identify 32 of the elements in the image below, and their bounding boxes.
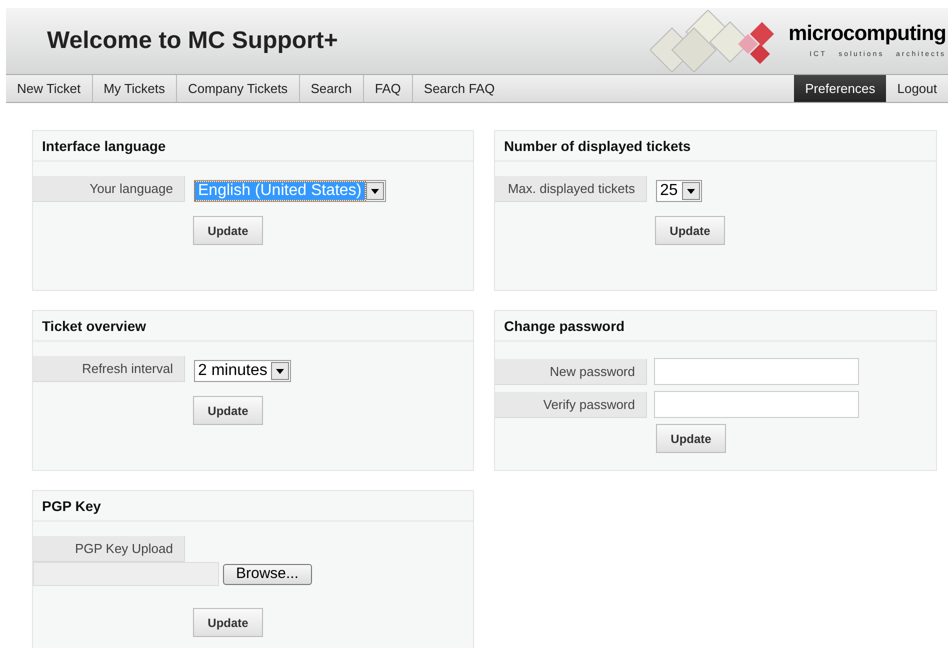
update-button[interactable]: Update	[656, 424, 726, 453]
update-button[interactable]: Update	[193, 216, 263, 245]
field-label: PGP Key Upload	[33, 536, 185, 562]
nav-tab[interactable]: Logout	[886, 75, 948, 102]
update-button[interactable]: Update	[655, 216, 725, 245]
nav-tab[interactable]: Preferences	[794, 75, 886, 102]
page-title: Welcome to MC Support+	[47, 26, 338, 56]
field-label: Verify password	[495, 392, 647, 418]
field-label: Your language	[33, 176, 185, 202]
browse-button[interactable]: Browse...	[223, 564, 312, 584]
panel-title: Ticket overview	[33, 311, 473, 342]
nav-tab[interactable]: New Ticket	[6, 75, 93, 102]
update-button[interactable]: Update	[193, 396, 263, 425]
password-field[interactable]	[654, 358, 859, 385]
nav-tab[interactable]: Search FAQ	[412, 75, 506, 102]
password-field[interactable]	[654, 391, 859, 418]
panel-title: Interface language	[33, 131, 473, 162]
field-label: New password	[495, 358, 647, 384]
update-button[interactable]: Update	[193, 608, 263, 637]
nav-tab[interactable]: Search	[300, 75, 364, 102]
dropdown[interactable]: 2 minutes	[194, 360, 292, 382]
field-label: Refresh interval	[33, 356, 185, 382]
nav-tab[interactable]: FAQ	[364, 75, 413, 102]
nav-tab[interactable]: Company Tickets	[176, 75, 300, 102]
panel-title: Change password	[495, 311, 936, 342]
field-label: Max. displayed tickets	[495, 176, 647, 202]
dropdown[interactable]: 25	[656, 180, 702, 202]
logo-wordmark: microcomputing	[788, 22, 946, 46]
nav-tab[interactable]: My Tickets	[92, 75, 177, 102]
panel-title: PGP Key	[33, 491, 473, 522]
panel-title: Number of displayed tickets	[495, 131, 936, 162]
file-path-field[interactable]	[33, 562, 219, 586]
